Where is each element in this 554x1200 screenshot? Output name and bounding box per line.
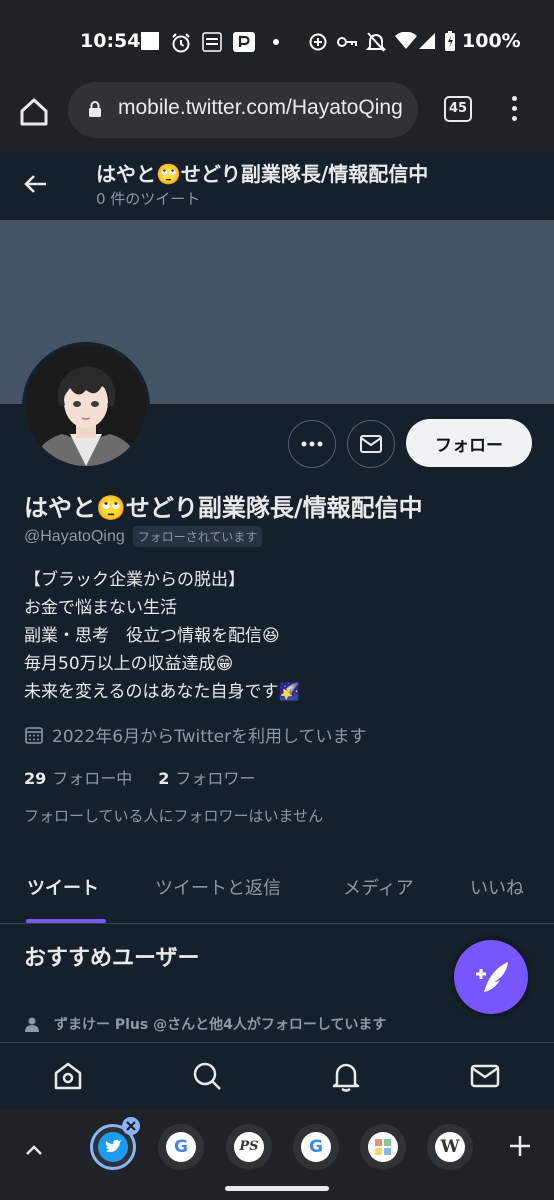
square-icon	[141, 32, 159, 50]
status-time: 10:54	[80, 30, 141, 52]
bio-line: 【ブラック企業からの脱出】	[24, 570, 245, 590]
joined-text: 2022年6月からTwitterを利用しています	[52, 727, 367, 747]
home-icon[interactable]	[14, 92, 54, 132]
twitter-icon	[98, 1132, 128, 1162]
profile-bio: 【ブラック企業からの脱出】 お金で悩まない生活 副業・思考 役立つ情報を配信😆 …	[24, 566, 300, 706]
battery-icon	[445, 31, 455, 51]
chevron-up-icon[interactable]	[22, 1138, 46, 1162]
tab-strip-wikipedia[interactable]: W	[427, 1124, 473, 1170]
tab-strip-ps[interactable]: PS	[226, 1124, 272, 1170]
key-icon	[337, 37, 357, 47]
google-icon: G	[166, 1132, 196, 1162]
tab-strip-google[interactable]: G	[158, 1124, 204, 1170]
followers-link[interactable]: 2 フォロワー	[158, 765, 255, 789]
calendar-icon	[25, 726, 43, 744]
follows-you-badge: フォローされています	[132, 526, 263, 547]
tab-switcher-button[interactable]: 45	[444, 96, 472, 122]
gesture-area	[0, 1176, 554, 1200]
wikipedia-icon: W	[435, 1132, 465, 1162]
followers-label: フォロワー	[175, 769, 256, 788]
header-tweet-count: 0 件のツイート	[96, 190, 201, 208]
messages-icon[interactable]	[468, 1059, 502, 1093]
followers-count: 2	[158, 769, 170, 788]
compose-tweet-button[interactable]	[454, 940, 528, 1014]
bio-line: 毎月50万以上の収益達成😁	[24, 654, 234, 674]
social-context: ずまけー Plus @さんと他4人がフォローしています	[24, 1014, 386, 1034]
more-options-button[interactable]	[288, 420, 336, 468]
app-icon	[368, 1132, 398, 1162]
dot-icon	[273, 39, 279, 45]
mutual-followers-note: フォローしている人にフォロワーはいません	[24, 807, 324, 825]
tab-likes[interactable]: いいね	[470, 874, 524, 900]
header-display-name: はやと🙄せどり副業隊長/情報配信中	[96, 162, 429, 186]
aeon-mall-icon	[202, 32, 222, 52]
alarm-icon	[172, 33, 190, 53]
mute-icon	[366, 32, 386, 52]
bio-line: お金で悩まない生活	[24, 598, 177, 618]
person-icon	[25, 1017, 39, 1032]
status-bar: 10:54 100%	[0, 0, 554, 82]
url-text: mobile.twitter.com/HayatoQing	[118, 96, 403, 119]
ps-icon: PS	[234, 1132, 264, 1162]
compose-icon	[476, 962, 508, 992]
tab-tweets[interactable]: ツイート	[27, 874, 99, 900]
profile-tabs: ツイート ツイートと返信 メディア いいね	[0, 860, 554, 924]
browser-menu-icon[interactable]	[508, 96, 520, 124]
mail-icon	[360, 435, 382, 453]
more-icon	[301, 441, 323, 447]
following-link[interactable]: 29 フォロー中	[24, 765, 132, 789]
back-arrow-icon[interactable]	[22, 170, 50, 198]
following-count: 29	[24, 769, 47, 788]
google-icon: G	[301, 1132, 331, 1162]
browser-tab-strip: G PS G W	[0, 1110, 554, 1176]
bio-line: 未来を変えるのはあなた自身です🌠	[24, 682, 300, 702]
profile-handle: @HayatoQing	[24, 527, 125, 545]
recommended-users-title: おすすめユーザー	[24, 946, 200, 971]
wifi-icon	[395, 32, 417, 49]
search-icon[interactable]	[190, 1059, 224, 1093]
data-saver-icon	[309, 33, 327, 51]
follow-stats: 29 フォロー中 2 フォロワー	[24, 765, 281, 789]
follow-button[interactable]: フォロー	[406, 419, 532, 467]
notifications-icon[interactable]	[329, 1059, 363, 1093]
joined-date: 2022年6月からTwitterを利用しています	[24, 722, 367, 747]
message-button[interactable]	[347, 420, 395, 468]
tab-media[interactable]: メディア	[343, 874, 414, 900]
social-context-text: ずまけー Plus @さんと他4人がフォローしています	[54, 1017, 387, 1033]
url-bar[interactable]: mobile.twitter.com/HayatoQing	[68, 82, 418, 138]
bottom-navigation	[0, 1042, 554, 1110]
handle-row: @HayatoQing フォローされています	[24, 526, 263, 547]
tab-strip-app[interactable]	[360, 1124, 406, 1170]
lock-icon	[89, 101, 101, 117]
bio-line: 副業・思考 役立つ情報を配信😆	[24, 626, 280, 646]
profile-display-name: はやと🙄せどり副業隊長/情報配信中	[24, 494, 423, 522]
new-tab-icon[interactable]	[506, 1132, 534, 1160]
browser-toolbar: mobile.twitter.com/HayatoQing 45	[0, 82, 554, 152]
avatar-illustration	[26, 346, 146, 466]
following-label: フォロー中	[52, 769, 133, 788]
profile-avatar[interactable]	[22, 342, 150, 470]
battery-percent: 100%	[462, 30, 521, 52]
active-tab-indicator	[26, 919, 106, 923]
profile-header: はやと🙄せどり副業隊長/情報配信中 0 件のツイート	[0, 152, 554, 220]
tab-tweets-replies[interactable]: ツイートと返信	[155, 874, 281, 900]
tab-strip-google-2[interactable]: G	[293, 1124, 339, 1170]
signal-icon	[419, 33, 435, 49]
gesture-bar[interactable]	[225, 1186, 329, 1191]
paypay-icon	[233, 32, 255, 52]
home-icon[interactable]	[51, 1059, 85, 1093]
close-tab-icon[interactable]	[121, 1116, 141, 1136]
